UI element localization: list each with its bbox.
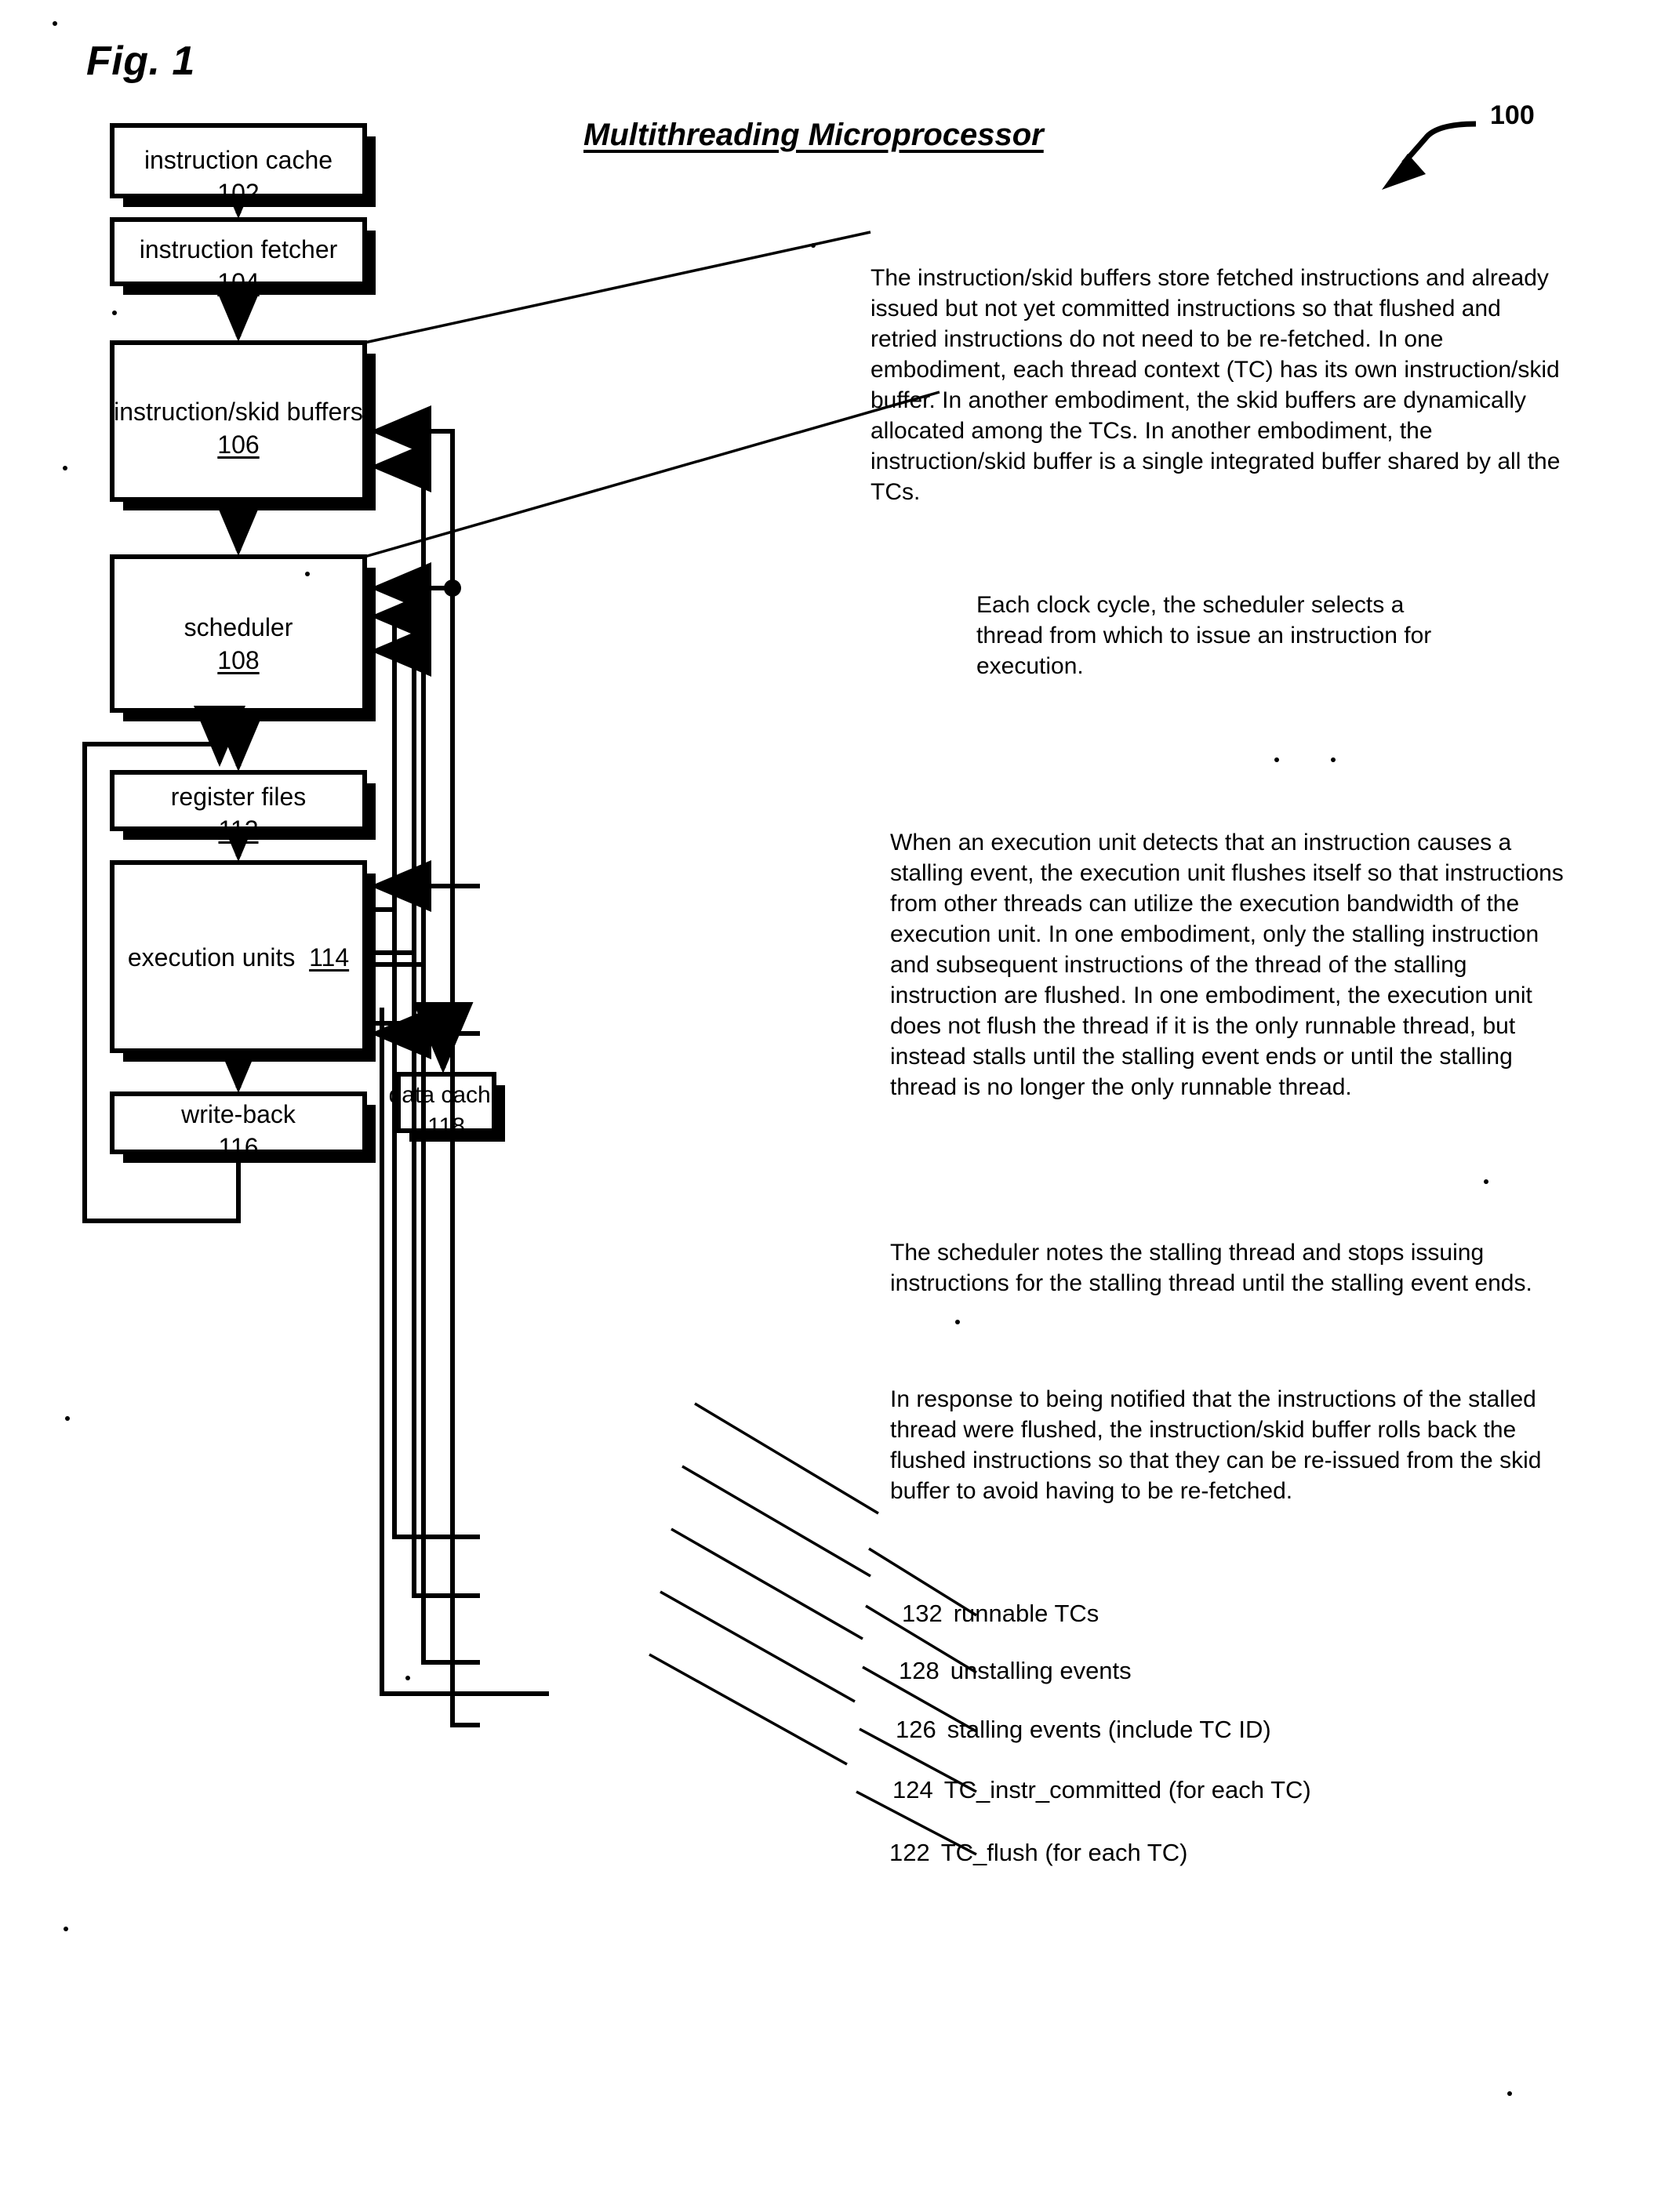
label-instruction-fetcher-ref: 104 <box>217 268 260 297</box>
signal-stalling-events: 126 stalling events (include TC ID) <box>896 1716 1271 1744</box>
signal-tc-instr-committed-ref: 124 <box>892 1776 933 1803</box>
signal-stalling-events-label: stalling events (include TC ID) <box>947 1716 1271 1743</box>
note-scheduler-notes: The scheduler notes the stalling thread … <box>890 1240 1532 1296</box>
signal-tc-flush: 122 TC_flush (for each TC) <box>889 1839 1187 1867</box>
note-skid-buffers: The instruction/skid buffers store fetch… <box>870 265 1561 505</box>
signal-tc-instr-committed: 124 TC_instr_committed (for each TC) <box>892 1776 1311 1804</box>
system-ref-pointer <box>1382 121 1477 190</box>
label-data-cache-ref: 118 <box>427 1113 465 1139</box>
label-write-back: write-back 116 <box>112 1098 365 1164</box>
label-instruction-fetcher-text: instruction fetcher <box>139 235 338 263</box>
label-instruction-skid-buffers-text: instruction/skid buffers <box>114 398 363 426</box>
label-data-cache-text: data cache <box>388 1082 504 1108</box>
signal-runnable-tcs-label: runnable TCs <box>953 1600 1099 1627</box>
figure-label: Fig. 1 <box>86 38 195 84</box>
signal-runnable-tcs-ref: 132 <box>902 1600 943 1627</box>
signal-unstalling-events-ref: 128 <box>899 1657 940 1684</box>
label-instruction-fetcher: instruction fetcher 104 <box>112 233 365 299</box>
system-ref-number: 100 <box>1490 100 1535 130</box>
note-scheduler-select: Each clock cycle, the scheduler selects … <box>976 592 1432 679</box>
figure-title: Multithreading Microprocessor <box>583 118 1044 152</box>
note-rollback: In response to being notified that the i… <box>890 1386 1542 1504</box>
label-instruction-cache-text: instruction cache <box>144 146 333 174</box>
label-scheduler-ref: 108 <box>217 646 260 675</box>
label-data-cache: data cache 118 <box>388 1080 504 1142</box>
label-write-back-text: write-back <box>181 1100 296 1128</box>
label-instruction-cache-ref: 102 <box>217 179 260 208</box>
label-execution-units-text: execution units <box>127 943 296 972</box>
signal-stalling-events-ref: 126 <box>896 1716 936 1743</box>
label-write-back-ref: 116 <box>218 1133 259 1162</box>
figure-sheet: Fig. 1 Multithreading Microprocessor 100… <box>0 0 1661 2212</box>
signal-tc-flush-label: TC_flush (for each TC) <box>940 1839 1188 1866</box>
label-register-files-text: register files <box>170 783 307 811</box>
label-register-files: register files 112 <box>112 780 365 846</box>
label-register-files-ref: 112 <box>218 815 259 844</box>
signal-unstalling-events-label: unstalling events <box>950 1657 1132 1684</box>
label-instruction-skid-buffers: instruction/skid buffers 106 <box>112 395 365 461</box>
label-scheduler-text: scheduler <box>184 613 293 641</box>
label-execution-units-ref: 114 <box>309 943 350 972</box>
label-instruction-cache: instruction cache 102 <box>112 143 365 209</box>
signal-tc-flush-ref: 122 <box>889 1839 930 1866</box>
signal-runnable-tcs: 132 runnable TCs <box>902 1600 1099 1628</box>
label-execution-units: execution units 114 <box>112 941 365 974</box>
label-scheduler: scheduler 108 <box>112 611 365 677</box>
note-stalling-flush: When an execution unit detects that an i… <box>890 830 1564 1100</box>
signal-leaders <box>649 1402 879 1766</box>
signal-tc-instr-committed-label: TC_instr_committed (for each TC) <box>943 1776 1311 1803</box>
signal-unstalling-events: 128 unstalling events <box>899 1657 1132 1685</box>
label-instruction-skid-buffers-ref: 106 <box>217 430 260 459</box>
